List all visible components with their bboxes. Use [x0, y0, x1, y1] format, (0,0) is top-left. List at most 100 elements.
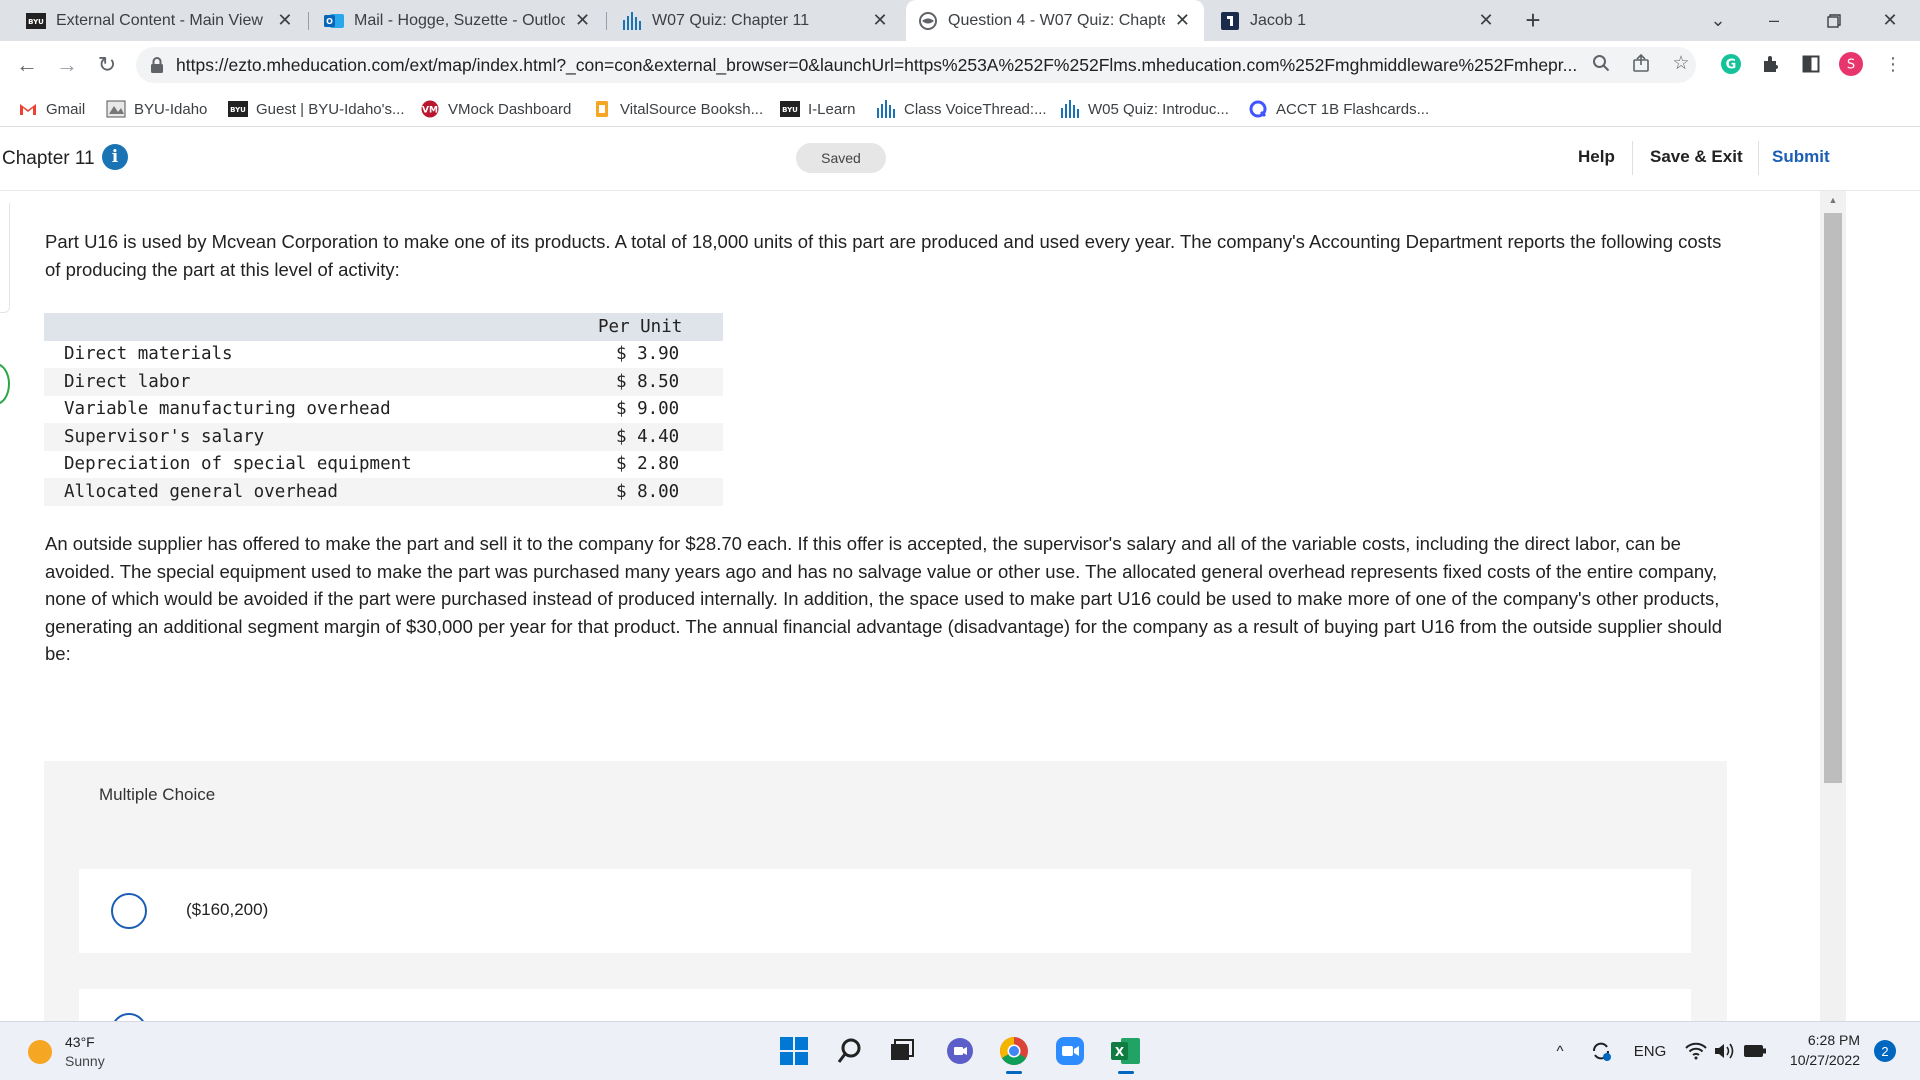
clock-time[interactable]: 6:28 PM: [1780, 1032, 1860, 1048]
bookmark-guest-byu[interactable]: BYU Guest | BYU-Idaho's...: [228, 97, 405, 121]
close-window-icon[interactable]: ✕: [1862, 0, 1918, 41]
choice-option-2[interactable]: [79, 989, 1691, 1021]
bookmark-voicethread[interactable]: Class VoiceThread:...: [876, 97, 1047, 121]
battery-icon[interactable]: [1742, 1040, 1768, 1062]
side-divider: [0, 203, 10, 313]
multiple-choice-panel: Multiple Choice ($160,200): [44, 761, 1727, 1021]
browser-toolbar: ← → ↻ https://ezto.mheducation.com/ext/m…: [0, 41, 1920, 89]
tab-mail-outlook[interactable]: O Mail - Hogge, Suzette - Outlook ✕: [312, 0, 604, 41]
outlook-icon: O: [324, 11, 344, 31]
bars-icon: [622, 11, 642, 31]
tab-w07-quiz[interactable]: W07 Quiz: Chapter 11 ✕: [610, 0, 902, 41]
sun-icon[interactable]: [28, 1040, 52, 1064]
bookmark-vmock[interactable]: VM VMock Dashboard: [420, 97, 571, 121]
table-row: Variable manufacturing overhead $ 9.00: [44, 396, 723, 424]
question-content: Part U16 is used by Mcvean Corporation t…: [0, 191, 1820, 1021]
weather-temperature[interactable]: 43°F: [65, 1034, 95, 1050]
close-icon[interactable]: ✕: [573, 10, 592, 31]
close-icon[interactable]: ✕: [1173, 10, 1192, 31]
tab-jacob-1[interactable]: Jacob 1 ✕: [1208, 0, 1508, 41]
bookmarks-bar: Gmail BYU-Idaho BYU Guest | BYU-Idaho's.…: [0, 89, 1920, 127]
zoom-icon[interactable]: [1588, 50, 1614, 76]
forward-icon[interactable]: →: [52, 50, 82, 80]
bookmark-gmail[interactable]: Gmail: [18, 97, 85, 121]
svg-text:X: X: [1115, 1045, 1125, 1059]
bookmark-star-icon[interactable]: ☆: [1668, 50, 1694, 76]
share-icon[interactable]: [1628, 50, 1654, 76]
menu-kebab-icon[interactable]: ⋮: [1880, 51, 1906, 77]
scrollbar-thumb[interactable]: [1824, 213, 1842, 783]
language-indicator[interactable]: ENG: [1630, 1040, 1670, 1062]
submit-button[interactable]: Submit: [1772, 147, 1830, 167]
reload-icon[interactable]: ↻: [92, 50, 122, 80]
bookmark-label: Class VoiceThread:...: [904, 100, 1047, 118]
bookmark-label: Gmail: [46, 100, 86, 118]
cost-label: Depreciation of special equipment: [64, 454, 412, 475]
svg-text:G: G: [1726, 58, 1737, 73]
volume-icon[interactable]: [1712, 1040, 1736, 1062]
svg-text:O: O: [326, 17, 333, 26]
extensions-icon[interactable]: [1758, 51, 1784, 77]
tab-title: W07 Quiz: Chapter 11: [652, 11, 810, 29]
radio-button[interactable]: [111, 1013, 147, 1021]
table-header-per-unit: Per Unit: [598, 316, 683, 337]
restore-icon[interactable]: [1806, 0, 1862, 41]
windows-start-icon[interactable]: [778, 1035, 810, 1067]
windows-taskbar: 43°F Sunny X ^ ENG 6:28 PM 10/27/2022 2: [0, 1021, 1920, 1080]
saved-status-badge: Saved: [796, 143, 886, 173]
tab-external-content[interactable]: BYU External Content - Main View | O ✕: [14, 0, 306, 41]
byu-idaho-icon: [106, 100, 126, 118]
side-panel-icon[interactable]: [1798, 51, 1824, 77]
teams-chat-icon[interactable]: [944, 1035, 976, 1067]
back-icon[interactable]: ←: [12, 50, 42, 80]
search-icon[interactable]: [834, 1035, 866, 1067]
close-icon[interactable]: ✕: [276, 10, 294, 31]
bookmark-acct-flashcards[interactable]: ACCT 1B Flashcards...: [1248, 97, 1429, 121]
radio-button[interactable]: [111, 893, 147, 929]
scroll-up-arrow-icon[interactable]: ▲: [1820, 191, 1846, 209]
grammarly-icon[interactable]: G: [1718, 51, 1744, 77]
clock-date[interactable]: 10/27/2022: [1772, 1052, 1860, 1068]
notification-badge[interactable]: 2: [1874, 1040, 1896, 1062]
bookmark-byu-idaho[interactable]: BYU-Idaho: [106, 97, 207, 121]
bookmark-vitalsource[interactable]: VitalSource Booksh...: [592, 97, 763, 121]
task-view-icon[interactable]: [886, 1035, 918, 1067]
svg-text:VM: VM: [422, 106, 438, 116]
new-tab-button[interactable]: +: [1520, 7, 1546, 34]
save-exit-button[interactable]: Save & Exit: [1650, 147, 1743, 167]
close-icon[interactable]: ✕: [870, 10, 890, 31]
bookmark-w05-quiz[interactable]: W05 Quiz: Introduc...: [1060, 97, 1229, 121]
svg-text:BYU: BYU: [28, 18, 44, 26]
choice-label: ($160,200): [186, 900, 269, 919]
tab-question-4[interactable]: Question 4 - W07 Quiz: Chapter ✕: [906, 0, 1204, 41]
table-row: Supervisor's salary $ 4.40: [44, 423, 723, 451]
table-row: Direct materials $ 3.90: [44, 341, 723, 369]
address-bar[interactable]: https://ezto.mheducation.com/ext/map/ind…: [136, 47, 1696, 83]
tab-search-icon[interactable]: ⌄: [1690, 0, 1746, 41]
gmail-icon: [18, 100, 38, 118]
vmock-icon: VM: [420, 100, 440, 118]
tab-separator: [308, 12, 309, 30]
byu-icon: BYU: [26, 11, 46, 31]
minimize-icon[interactable]: –: [1746, 0, 1802, 41]
close-icon[interactable]: ✕: [1476, 10, 1496, 31]
profile-avatar[interactable]: S: [1838, 51, 1864, 77]
zoom-app-icon[interactable]: [1054, 1035, 1086, 1067]
bookmark-i-learn[interactable]: BYU I-Learn: [780, 97, 856, 121]
chrome-icon[interactable]: [998, 1035, 1030, 1074]
cost-label: Allocated general overhead: [64, 481, 338, 502]
table-header-row: Per Unit: [44, 313, 723, 341]
cost-label: Supervisor's salary: [64, 426, 265, 447]
url-text[interactable]: https://ezto.mheducation.com/ext/map/ind…: [176, 55, 1576, 76]
info-icon[interactable]: i: [102, 144, 128, 170]
weather-description[interactable]: Sunny: [65, 1053, 105, 1069]
chevron-up-icon[interactable]: ^: [1550, 1040, 1570, 1062]
tab-title: Mail - Hogge, Suzette - Outlook: [354, 11, 566, 29]
wifi-icon[interactable]: [1684, 1040, 1708, 1062]
excel-icon[interactable]: X: [1110, 1035, 1142, 1074]
cost-value: $ 8.50: [616, 371, 680, 392]
scrollbar[interactable]: ▲: [1820, 191, 1846, 1021]
choice-option-1[interactable]: ($160,200): [79, 869, 1691, 953]
help-button[interactable]: Help: [1578, 147, 1615, 167]
sync-icon[interactable]: [1588, 1040, 1614, 1062]
